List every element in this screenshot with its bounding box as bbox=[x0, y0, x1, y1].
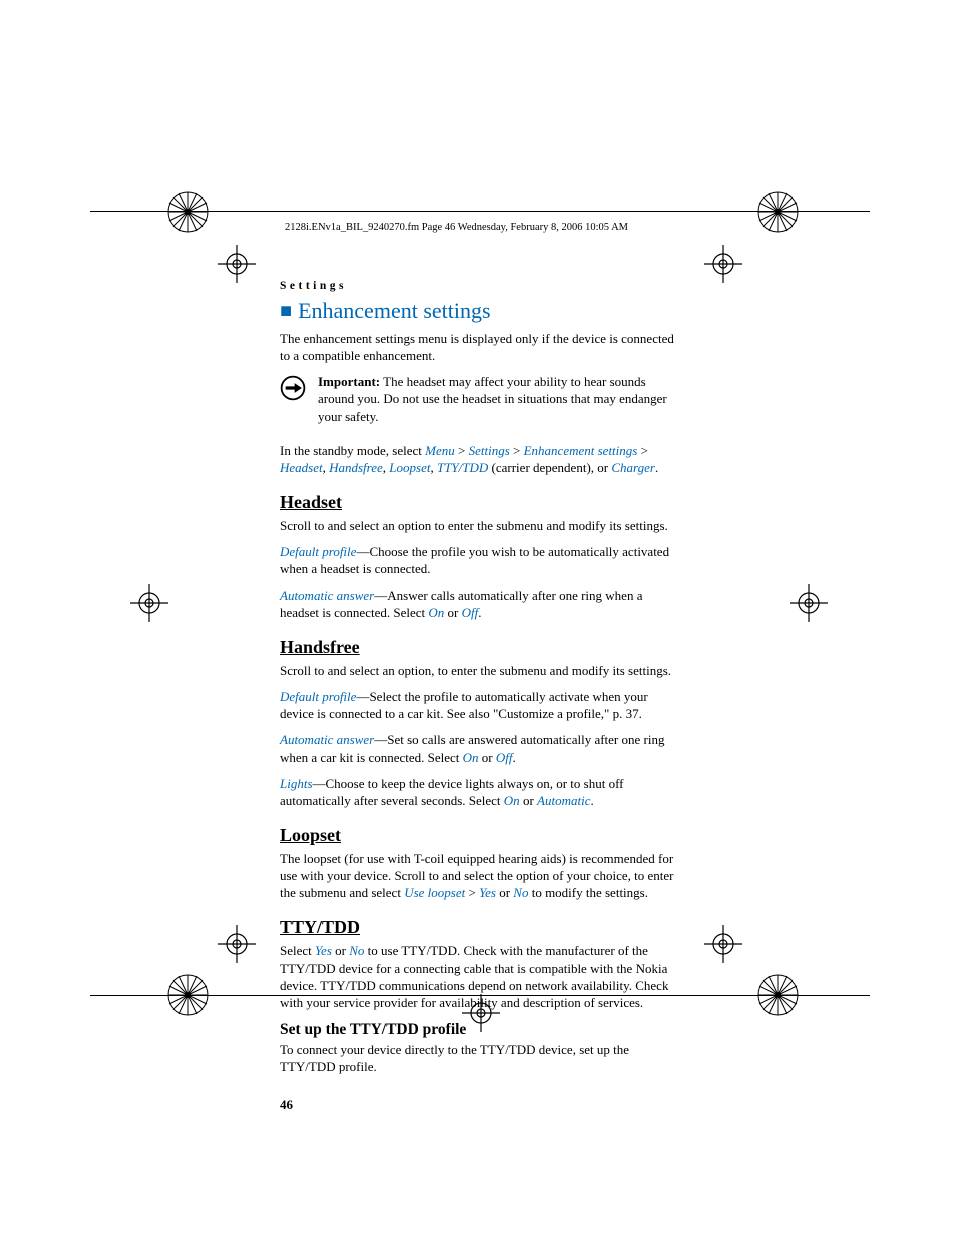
headset-default-profile: Default profile—Choose the profile you w… bbox=[280, 543, 675, 577]
handsfree-p1: Scroll to and select an option, to enter… bbox=[280, 662, 675, 679]
tty-heading: TTY/TDD bbox=[280, 917, 675, 938]
registration-mark-icon bbox=[165, 189, 211, 235]
intro-paragraph: The enhancement settings menu is display… bbox=[280, 330, 675, 364]
page-number: 46 bbox=[280, 1097, 675, 1113]
tty-setup-heading: Set up the TTY/TDD profile bbox=[280, 1021, 675, 1039]
loopset-paragraph: The loopset (for use with T-coil equippe… bbox=[280, 850, 675, 901]
registration-mark-icon bbox=[755, 972, 801, 1018]
important-icon bbox=[280, 375, 306, 401]
square-bullet-icon: ■ bbox=[280, 300, 292, 322]
running-head: Settings bbox=[280, 280, 675, 292]
headset-auto-answer: Automatic answer—Answer calls automatica… bbox=[280, 587, 675, 621]
registration-mark-icon bbox=[755, 189, 801, 235]
handsfree-default-profile: Default profile—Select the profile to au… bbox=[280, 688, 675, 722]
important-text: Important: The headset may affect your a… bbox=[318, 373, 675, 424]
target-mark-icon bbox=[704, 925, 742, 963]
handsfree-heading: Handsfree bbox=[280, 637, 675, 658]
loopset-heading: Loopset bbox=[280, 825, 675, 846]
target-mark-icon bbox=[790, 584, 828, 622]
target-mark-icon bbox=[704, 245, 742, 283]
standby-nav-paragraph: In the standby mode, select Menu > Setti… bbox=[280, 442, 675, 476]
section-heading: ■ Enhancement settings bbox=[280, 298, 675, 324]
section-heading-text: Enhancement settings bbox=[298, 298, 490, 323]
tty-paragraph: Select Yes or No to use TTY/TDD. Check w… bbox=[280, 942, 675, 1011]
target-mark-icon bbox=[218, 925, 256, 963]
registration-mark-icon bbox=[165, 972, 211, 1018]
target-mark-icon bbox=[130, 584, 168, 622]
tty-setup-paragraph: To connect your device directly to the T… bbox=[280, 1041, 675, 1075]
important-note: Important: The headset may affect your a… bbox=[280, 373, 675, 433]
headset-p1: Scroll to and select an option to enter … bbox=[280, 517, 675, 534]
handsfree-auto-answer: Automatic answer—Set so calls are answer… bbox=[280, 731, 675, 765]
target-mark-icon bbox=[218, 245, 256, 283]
headset-heading: Headset bbox=[280, 492, 675, 513]
handsfree-lights: Lights—Choose to keep the device lights … bbox=[280, 775, 675, 809]
page-content: Settings ■ Enhancement settings The enhan… bbox=[280, 190, 675, 1113]
